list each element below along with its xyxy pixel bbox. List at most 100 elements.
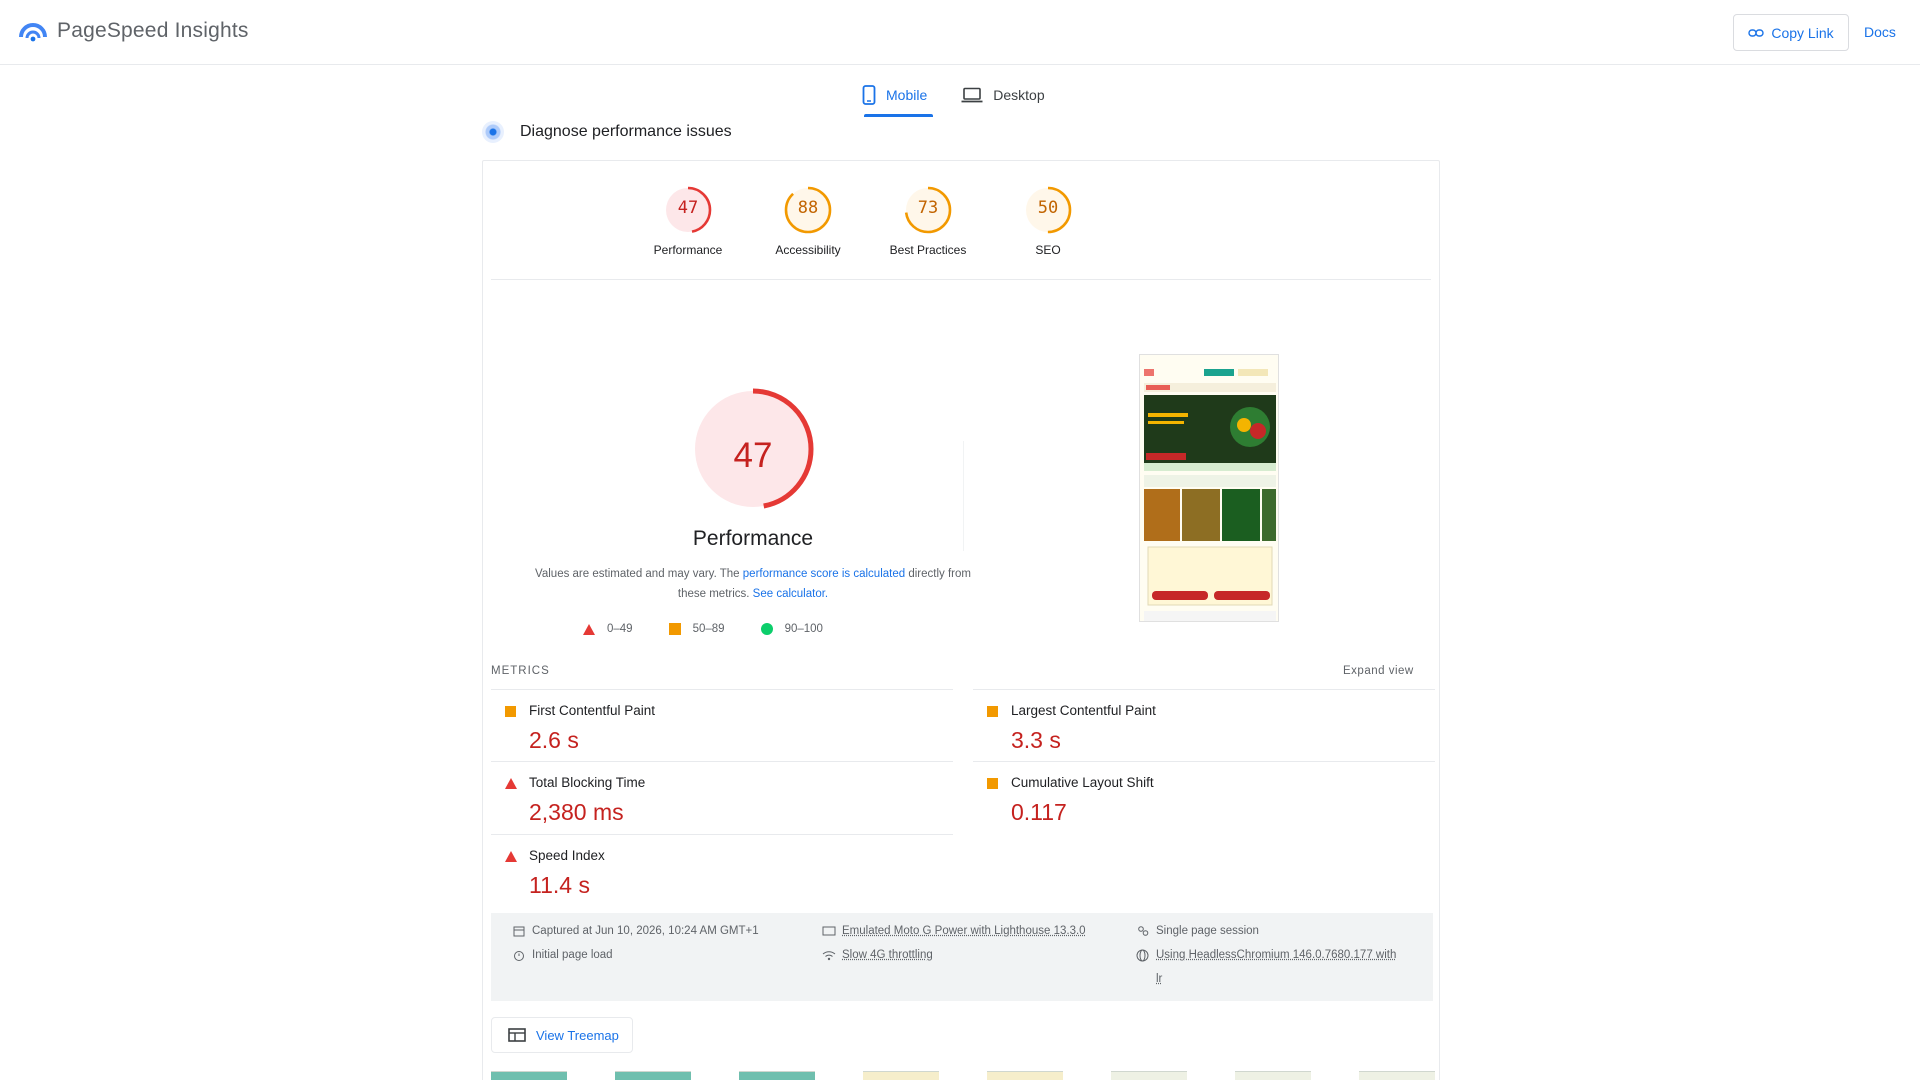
gauge-score: 73: [873, 198, 983, 218]
note-prefix: Values are estimated and may vary. The: [535, 568, 743, 580]
performance-gauge-large[interactable]: 47: [653, 381, 853, 541]
metric-value: 0.117: [1011, 799, 1067, 826]
triangle-icon: [505, 849, 517, 867]
filmstrip-frame: [1235, 1071, 1311, 1080]
gauge-label: Best Practices: [873, 243, 983, 257]
triangle-icon: [583, 624, 595, 635]
tab-desktop[interactable]: Desktop: [957, 76, 1048, 114]
wifi-icon: [821, 943, 836, 967]
captured-text: Captured at Jun 10, 2026, 10:24 AM GMT+1: [532, 919, 759, 943]
metric-value: 2,380 ms: [529, 799, 624, 826]
circle-icon: [761, 623, 773, 635]
see-calculator-link[interactable]: See calculator.: [753, 588, 828, 600]
metric-name: Total Blocking Time: [529, 775, 645, 790]
score-calculated-link[interactable]: performance score is calculated: [743, 568, 905, 580]
session-info: Single page session: [1135, 919, 1259, 943]
gauge-label: SEO: [993, 243, 1103, 257]
device-text: Emulated Moto G Power with Lighthouse 13…: [842, 919, 1086, 943]
link-icon: [1748, 28, 1764, 38]
metric-name: First Contentful Paint: [529, 703, 655, 718]
top-bar: PageSpeed Insights Copy Link Docs: [0, 0, 1920, 65]
filmstrip-frame: [491, 1071, 567, 1080]
legend-pass-range: 90–100: [785, 623, 823, 635]
gauge-accessibility[interactable]: 88 Accessibility: [753, 185, 863, 257]
view-treemap-label: View Treemap: [536, 1028, 619, 1043]
metric-name: Cumulative Layout Shift: [1011, 775, 1154, 790]
session-text: Single page session: [1156, 919, 1259, 943]
metric-name: Speed Index: [529, 848, 605, 863]
copy-link-label: Copy Link: [1771, 25, 1833, 41]
performance-note: Values are estimated and may vary. The p…: [523, 564, 983, 604]
gauge-label: Accessibility: [753, 243, 863, 257]
metric-cumulative-layout-shift: Cumulative Layout Shift 0.117: [973, 761, 1435, 834]
gauge-score: 50: [993, 198, 1103, 218]
load-info: Initial page load: [511, 943, 613, 967]
legend-pass: 90–100: [761, 623, 823, 635]
gauge-seo[interactable]: 50 SEO: [993, 185, 1103, 257]
square-icon: [987, 776, 998, 794]
browser-info[interactable]: Using HeadlessChromium 146.0.7680.177 wi…: [1135, 943, 1396, 991]
diagnose-pulse-icon: [482, 121, 504, 143]
tab-mobile[interactable]: Mobile: [858, 76, 931, 114]
browser-text: Using HeadlessChromium 146.0.7680.177 wi…: [1156, 943, 1396, 991]
calendar-icon: [511, 919, 526, 943]
triangle-icon: [505, 776, 517, 794]
score-legend: 0–49 50–89 90–100: [583, 623, 823, 635]
load-text: Initial page load: [532, 943, 613, 967]
timer-icon: [511, 943, 526, 967]
metrics-heading: METRICS: [491, 665, 550, 677]
gauge-performance[interactable]: 47 Performance: [633, 185, 743, 257]
expand-view-toggle[interactable]: Expand view: [1343, 665, 1414, 677]
filmstrip-frame: [1359, 1071, 1435, 1080]
brand[interactable]: PageSpeed Insights: [19, 17, 249, 45]
filmstrip-frame: [987, 1071, 1063, 1080]
metric-name: Largest Contentful Paint: [1011, 703, 1156, 718]
docs-link[interactable]: Docs: [1864, 24, 1896, 40]
metric-value: 11.4 s: [529, 872, 590, 899]
smartphone-icon: [862, 85, 876, 105]
gauge-score: 47: [633, 198, 743, 218]
throttling-info[interactable]: Slow 4G throttling: [821, 943, 933, 967]
metric-value: 3.3 s: [1011, 727, 1061, 754]
legend-fail-range: 0–49: [607, 623, 633, 635]
gauge-best-practices[interactable]: 73 Best Practices: [873, 185, 983, 257]
treemap-icon: [508, 1028, 526, 1042]
view-treemap-button[interactable]: View Treemap: [491, 1017, 633, 1053]
metric-total-blocking-time: Total Blocking Time 2,380 ms: [491, 761, 953, 834]
performance-title: Performance: [578, 527, 928, 551]
filmstrip-frame: [863, 1071, 939, 1080]
throttling-text: Slow 4G throttling: [842, 943, 933, 967]
app-title: PageSpeed Insights: [57, 19, 249, 43]
square-icon: [987, 704, 998, 722]
tab-desktop-label: Desktop: [993, 87, 1044, 103]
page-screenshot[interactable]: [1139, 354, 1279, 622]
browser-line-2: lr: [1156, 967, 1396, 991]
copy-link-button[interactable]: Copy Link: [1733, 14, 1849, 51]
legend-average: 50–89: [669, 623, 725, 635]
category-gauges: 47 Performance 88 Accessibility 73 Best Pract…: [483, 161, 1439, 281]
pagespeed-logo-icon: [19, 17, 47, 45]
divider: [491, 279, 1431, 280]
tab-mobile-label: Mobile: [886, 87, 927, 103]
vertical-divider: [963, 441, 964, 551]
screenshot-image: [1140, 355, 1279, 622]
gauge-label: Performance: [633, 243, 743, 257]
legend-fail: 0–49: [583, 623, 633, 635]
filmstrip-frame: [615, 1071, 691, 1080]
runtime-settings: Captured at Jun 10, 2026, 10:24 AM GMT+1…: [491, 913, 1433, 1001]
device-info[interactable]: Emulated Moto G Power with Lighthouse 13…: [821, 919, 1086, 943]
diagnose-heading: Diagnose performance issues: [482, 121, 732, 143]
captured-info: Captured at Jun 10, 2026, 10:24 AM GMT+1: [511, 919, 759, 943]
square-icon: [669, 623, 681, 635]
diagnose-title: Diagnose performance issues: [520, 123, 732, 141]
people-icon: [1135, 919, 1150, 943]
device-tabs: Mobile Desktop: [858, 76, 1049, 114]
report-card: 47 Performance 88 Accessibility 73 Best Pract…: [482, 160, 1440, 1080]
device-icon: [821, 919, 836, 943]
metric-value: 2.6 s: [529, 727, 579, 754]
globe-icon: [1135, 943, 1150, 967]
gauge-score: 88: [753, 198, 863, 218]
filmstrip-frame: [1111, 1071, 1187, 1080]
filmstrip-frame: [739, 1071, 815, 1080]
filmstrip: [491, 1071, 1433, 1080]
